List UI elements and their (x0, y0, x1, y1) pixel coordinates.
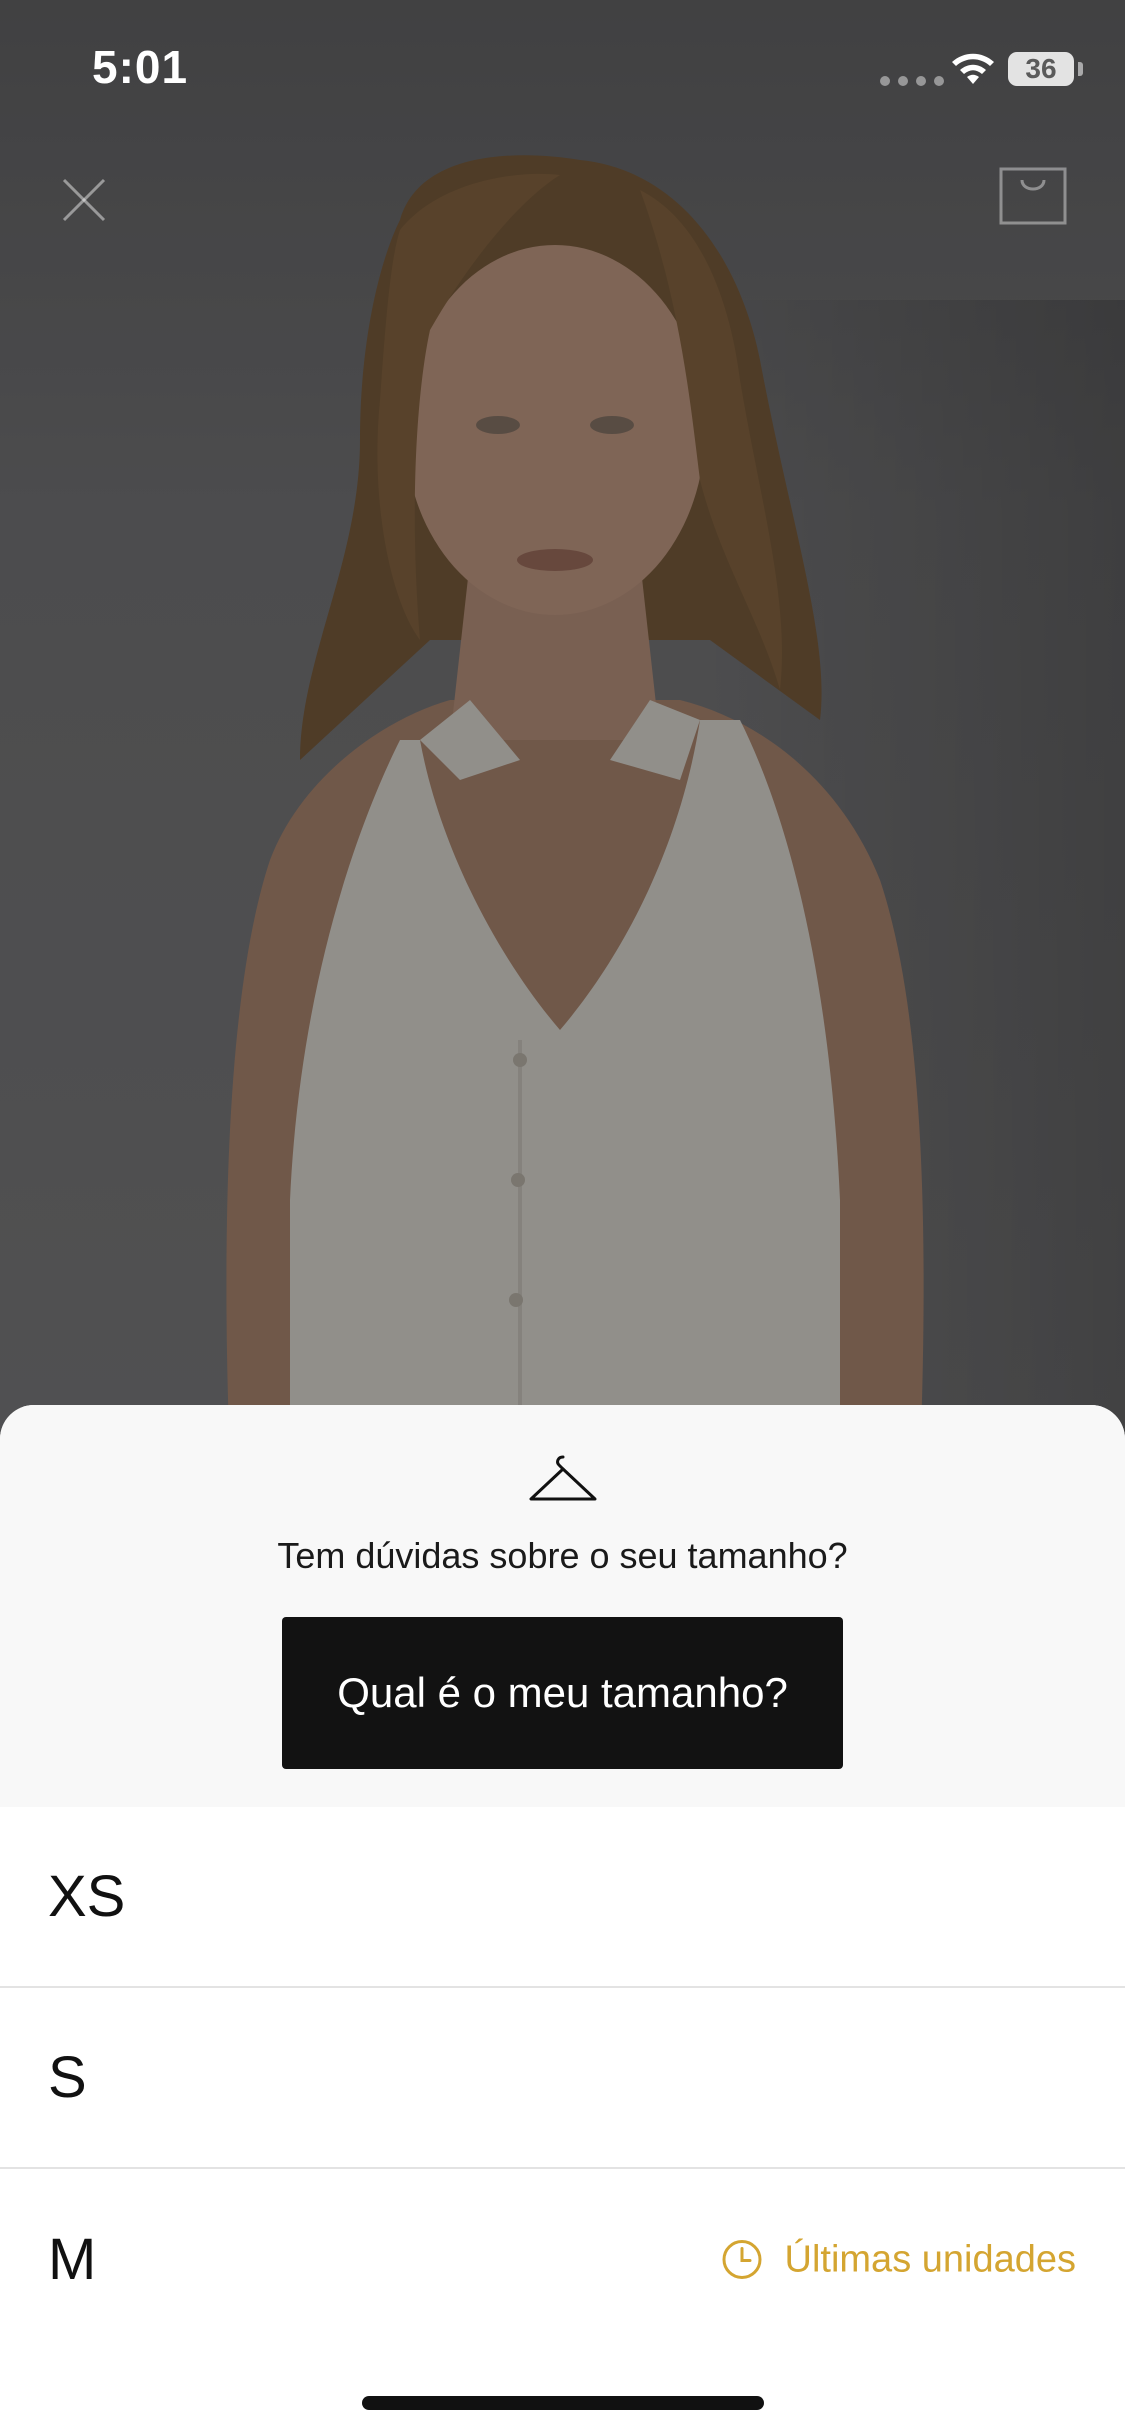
size-label: M (48, 2227, 97, 2292)
size-label: XS (48, 1864, 126, 1929)
size-help-section: Tem dúvidas sobre o seu tamanho? Qual é … (0, 1405, 1125, 1807)
clock-icon (722, 2240, 762, 2279)
size-option-s[interactable]: S (0, 1988, 1125, 2169)
low-stock-note: Últimas unidades (721, 2238, 1076, 2281)
battery-indicator: 36 (1008, 52, 1074, 86)
size-option-m[interactable]: M Últimas unidades (0, 2169, 1125, 2350)
modal-overlay[interactable] (0, 0, 1125, 1460)
hanger-icon (529, 1455, 597, 1501)
close-icon[interactable] (58, 174, 110, 226)
status-time: 5:01 (92, 41, 189, 93)
shopping-bag-icon[interactable] (998, 166, 1068, 226)
wifi-icon (952, 53, 994, 84)
what-is-my-size-button[interactable]: Qual é o meu tamanho? (282, 1617, 843, 1769)
size-label: S (48, 2045, 87, 2110)
size-list: XS S M Últimas unidades (0, 1807, 1125, 2350)
size-selector-sheet: Tem dúvidas sobre o seu tamanho? Qual é … (0, 1405, 1125, 2436)
low-stock-text: Últimas unidades (784, 2238, 1076, 2280)
size-option-xs[interactable]: XS (0, 1807, 1125, 1988)
size-help-question: Tem dúvidas sobre o seu tamanho? (277, 1535, 848, 1576)
status-bar: 5:01 36 (0, 0, 1125, 140)
product-photo (0, 0, 1125, 1460)
home-indicator[interactable] (362, 2396, 764, 2410)
cellular-signal-icon (880, 76, 944, 86)
battery-cap (1078, 62, 1083, 76)
